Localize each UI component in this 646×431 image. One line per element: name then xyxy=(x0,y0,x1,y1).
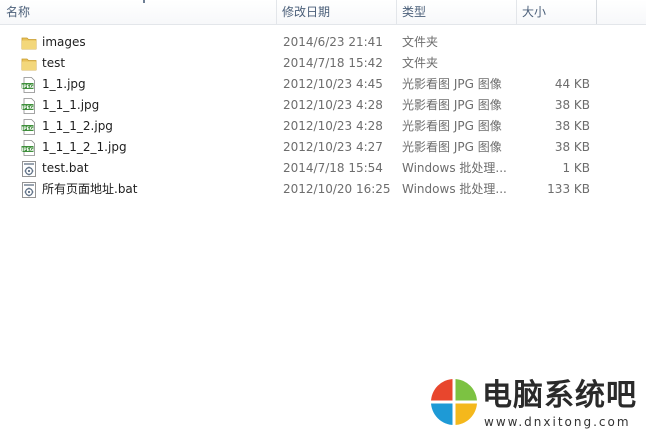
file-date: 2014/7/18 15:54 xyxy=(283,161,383,175)
file-explorer-window: 名称 修改日期 类型 大小 images 2014/6/23 21:41 文件夹… xyxy=(0,0,646,431)
sort-indicator-mark xyxy=(143,0,145,3)
column-header-size[interactable]: 大小 xyxy=(516,0,596,24)
column-header-type[interactable]: 类型 xyxy=(396,0,516,24)
file-date: 2014/7/18 15:42 xyxy=(283,56,383,70)
column-header-date[interactable]: 修改日期 xyxy=(276,0,396,24)
jpeg-file-icon: JPEG xyxy=(21,140,35,156)
file-type: 文件夹 xyxy=(402,35,439,49)
file-date: 2012/10/20 16:25 xyxy=(283,182,391,196)
file-size: 133 KB xyxy=(547,182,590,196)
file-size: 44 KB xyxy=(554,77,590,91)
file-name: 1_1_1_2_1.jpg xyxy=(42,140,127,154)
file-row-1-1-1-jpg[interactable]: JPEG 1_1_1.jpg 2012/10/23 4:28 光影看图 JPG … xyxy=(0,95,600,116)
file-row-images[interactable]: images 2014/6/23 21:41 文件夹 xyxy=(0,32,600,53)
watermark-title: 电脑系统吧 xyxy=(482,378,637,413)
svg-text:JPEG: JPEG xyxy=(21,147,34,153)
jpeg-file-icon: JPEG xyxy=(21,98,35,114)
svg-text:JPEG: JPEG xyxy=(21,84,34,90)
file-row-test[interactable]: test 2014/7/18 15:42 文件夹 xyxy=(0,53,600,74)
file-type: 光影看图 JPG 图像 xyxy=(402,98,502,112)
file-type: 光影看图 JPG 图像 xyxy=(402,77,502,91)
file-date: 2014/6/23 21:41 xyxy=(283,35,383,49)
batch-file-icon xyxy=(22,182,36,198)
svg-text:JPEG: JPEG xyxy=(21,126,34,132)
file-name: 1_1.jpg xyxy=(42,77,86,91)
file-type: 光影看图 JPG 图像 xyxy=(402,119,502,133)
file-row-test-bat[interactable]: test.bat 2014/7/18 15:54 Windows 批处理... … xyxy=(0,158,600,179)
file-list: images 2014/6/23 21:41 文件夹 test 2014/7/1… xyxy=(0,32,600,200)
file-type: 光影看图 JPG 图像 xyxy=(402,140,502,154)
file-row-1-1-1-2-1-jpg[interactable]: JPEG 1_1_1_2_1.jpg 2012/10/23 4:27 光影看图 … xyxy=(0,137,600,158)
file-date: 2012/10/23 4:27 xyxy=(283,140,383,154)
file-type: 文件夹 xyxy=(402,56,439,70)
file-name: test.bat xyxy=(42,161,89,175)
file-row-1-1-jpg[interactable]: JPEG 1_1.jpg 2012/10/23 4:45 光影看图 JPG 图像… xyxy=(0,74,600,95)
file-type: Windows 批处理... xyxy=(402,161,507,175)
jpeg-file-icon: JPEG xyxy=(21,119,35,135)
column-header-name[interactable]: 名称 xyxy=(0,0,276,24)
column-header-bar: 名称 修改日期 类型 大小 xyxy=(0,0,646,25)
batch-file-icon xyxy=(22,161,36,177)
file-name: images xyxy=(42,35,86,49)
svg-text:JPEG: JPEG xyxy=(21,105,34,111)
file-type: Windows 批处理... xyxy=(402,182,507,196)
file-name: test xyxy=(42,56,66,70)
file-date: 2012/10/23 4:28 xyxy=(283,98,383,112)
file-size: 38 KB xyxy=(554,140,590,154)
file-size xyxy=(510,32,590,53)
watermark-url: www.dnxitong.com xyxy=(484,415,631,429)
column-divider[interactable] xyxy=(596,0,597,24)
windows-logo-icon xyxy=(430,378,478,426)
folder-icon xyxy=(21,58,37,71)
file-size: 38 KB xyxy=(554,98,590,112)
folder-icon xyxy=(21,37,37,50)
jpeg-file-icon: JPEG xyxy=(21,77,35,93)
file-name: 所有页面地址.bat xyxy=(42,182,138,196)
file-row-all-pages-bat[interactable]: 所有页面地址.bat 2012/10/20 16:25 Windows 批处理.… xyxy=(0,179,600,200)
file-date: 2012/10/23 4:28 xyxy=(283,119,383,133)
file-size xyxy=(510,53,590,74)
site-watermark: 电脑系统吧 www.dnxitong.com xyxy=(430,378,646,431)
file-row-1-1-1-2-jpg[interactable]: JPEG 1_1_1_2.jpg 2012/10/23 4:28 光影看图 JP… xyxy=(0,116,600,137)
file-size: 1 KB xyxy=(562,161,590,175)
file-name: 1_1_1_2.jpg xyxy=(42,119,113,133)
file-size: 38 KB xyxy=(554,119,590,133)
file-name: 1_1_1.jpg xyxy=(42,98,100,112)
file-date: 2012/10/23 4:45 xyxy=(283,77,383,91)
